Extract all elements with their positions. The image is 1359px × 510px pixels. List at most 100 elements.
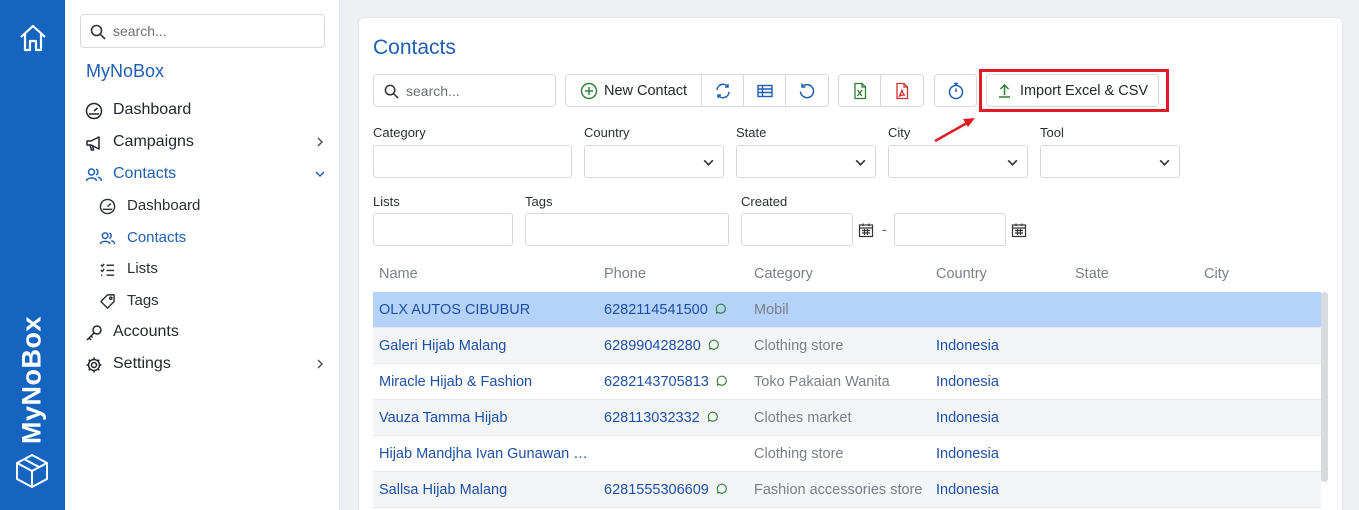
column-header-category[interactable]: Category: [754, 266, 813, 282]
stopwatch-icon: [948, 82, 963, 99]
sidebar-subitem-dashboard[interactable]: Dashboard: [65, 190, 340, 222]
table-view-button[interactable]: [744, 75, 786, 106]
sidebar-search-input[interactable]: [113, 20, 313, 42]
refresh-button[interactable]: [786, 75, 828, 106]
sidebar-item-settings[interactable]: Settings: [65, 348, 340, 380]
timer-group: [934, 74, 977, 107]
contacts-search[interactable]: [373, 74, 556, 107]
cell-name[interactable]: Sallsa Hijab Malang: [379, 482, 507, 498]
table-body: OLX AUTOS CIBUBUR 6282114541500 Mobil Ga…: [373, 292, 1321, 508]
sidebar-subitem-label: Dashboard: [127, 197, 201, 214]
chevron-right-icon: [317, 359, 324, 369]
gauge-icon: [99, 198, 116, 215]
cell-phone[interactable]: 628113032332: [604, 410, 718, 426]
cell-phone[interactable]: 628990428280: [604, 338, 719, 354]
export-excel-button[interactable]: [839, 75, 881, 106]
cell-name[interactable]: Vauza Tamma Hijab: [379, 410, 507, 426]
whatsapp-icon: [715, 303, 726, 314]
table-row[interactable]: Miracle Hijab & Fashion 6282143705813 To…: [373, 364, 1321, 400]
cell-phone[interactable]: 6282114541500: [604, 302, 726, 318]
cell-name[interactable]: Miracle Hijab & Fashion: [379, 374, 532, 390]
brand-rail: MyNoBox: [0, 0, 65, 510]
filter-country-select[interactable]: [584, 145, 724, 178]
sync-icon: [715, 83, 730, 98]
filter-category-input[interactable]: [373, 145, 572, 178]
sidebar-item-contacts[interactable]: Contacts: [65, 158, 340, 190]
column-header-phone[interactable]: Phone: [604, 266, 646, 282]
cell-name[interactable]: OLX AUTOS CIBUBUR: [379, 302, 530, 318]
whatsapp-icon: [707, 411, 718, 422]
key-icon: [86, 325, 102, 341]
cell-category: Clothing store: [754, 446, 844, 462]
chevron-down-icon: [703, 159, 714, 166]
home-icon[interactable]: [17, 22, 49, 54]
table-row[interactable]: Hijab Mandjha Ivan Gunawan Malang Clothi…: [373, 436, 1321, 472]
cell-category: Clothes market: [754, 410, 852, 426]
sidebar-subitem-lists[interactable]: Lists: [65, 253, 340, 285]
cell-country: Indonesia: [936, 374, 999, 390]
new-contact-button[interactable]: New Contact: [566, 75, 702, 106]
cell-category: Toko Pakaian Wanita: [754, 374, 890, 390]
timer-button[interactable]: [935, 75, 976, 106]
calendar-icon[interactable]: [1011, 222, 1027, 238]
filter-tool-select[interactable]: [1040, 145, 1180, 178]
table-row[interactable]: Vauza Tamma Hijab 628113032332 Clothes m…: [373, 400, 1321, 436]
created-from-input[interactable]: [741, 213, 853, 246]
cell-country: Indonesia: [936, 482, 999, 498]
page-title: Contacts: [373, 36, 456, 59]
table-row[interactable]: OLX AUTOS CIBUBUR 6282114541500 Mobil: [373, 292, 1321, 328]
cube-logo-icon: [16, 454, 48, 488]
sidebar-item-dashboard[interactable]: Dashboard: [65, 94, 340, 126]
filter-tags-input[interactable]: [525, 213, 729, 246]
table-scrollbar[interactable]: [1321, 292, 1328, 482]
sidebar-brand: MyNoBox: [86, 61, 165, 81]
filter-tags-label: Tags: [525, 194, 553, 209]
filter-state-select[interactable]: [736, 145, 876, 178]
sidebar-item-label: Settings: [113, 355, 171, 372]
users-icon: [85, 168, 103, 182]
sidebar-subitem-label: Contacts: [127, 228, 187, 246]
table-header: Name Phone Category Country State City: [373, 258, 1328, 292]
filter-lists-label: Lists: [373, 194, 400, 209]
cell-name[interactable]: Hijab Mandjha Ivan Gunawan Malang: [379, 446, 589, 462]
column-header-state[interactable]: State: [1075, 266, 1109, 282]
phone-value: 628990428280: [604, 338, 701, 354]
sidebar-item-accounts[interactable]: Accounts: [65, 316, 340, 348]
filter-country-label: Country: [584, 125, 630, 140]
cell-phone[interactable]: 6281555306609: [604, 482, 727, 498]
table-row[interactable]: Galeri Hijab Malang 628990428280 Clothin…: [373, 328, 1321, 364]
search-icon: [90, 24, 106, 40]
filter-created-label: Created: [741, 194, 788, 209]
created-to-input[interactable]: [894, 213, 1006, 246]
export-group: [838, 74, 924, 107]
chevron-down-icon: [315, 171, 325, 178]
cell-name[interactable]: Galeri Hijab Malang: [379, 338, 506, 354]
export-pdf-button[interactable]: [881, 75, 923, 106]
sidebar: MyNoBox Dashboard Campaigns Contacts Das…: [65, 0, 340, 510]
sidebar-item-label: Contacts: [113, 165, 177, 182]
cell-phone[interactable]: 6282143705813: [604, 374, 727, 390]
cell-category: Fashion accessories store: [754, 482, 923, 498]
phone-value: 628113032332: [604, 410, 700, 426]
sidebar-nav: Dashboard Campaigns Contacts Dashboard C…: [65, 94, 340, 380]
column-header-city[interactable]: City: [1204, 266, 1229, 282]
sidebar-subitem-contacts[interactable]: Contacts: [65, 222, 340, 254]
sync-button[interactable]: [702, 75, 744, 106]
column-header-name[interactable]: Name: [379, 266, 418, 282]
sidebar-item-label: Campaigns: [113, 133, 194, 150]
sidebar-search[interactable]: [80, 14, 325, 48]
column-header-country[interactable]: Country: [936, 266, 987, 282]
contacts-search-input[interactable]: [406, 80, 546, 102]
sidebar-subitem-tags[interactable]: Tags: [65, 285, 340, 317]
filter-lists-input[interactable]: [373, 213, 513, 246]
megaphone-icon: [86, 136, 100, 151]
filter-city-label: City: [888, 125, 911, 140]
table-row[interactable]: Sallsa Hijab Malang 6281555306609 Fashio…: [373, 472, 1321, 508]
calendar-icon[interactable]: [858, 222, 874, 238]
filter-city-select[interactable]: [888, 145, 1028, 178]
contacts-card: Contacts New Contact Imp: [358, 17, 1343, 510]
filter-state-label: State: [736, 125, 767, 140]
list-icon: [100, 263, 115, 276]
sidebar-item-campaigns[interactable]: Campaigns: [65, 126, 340, 158]
phone-value: 6282114541500: [604, 302, 708, 318]
